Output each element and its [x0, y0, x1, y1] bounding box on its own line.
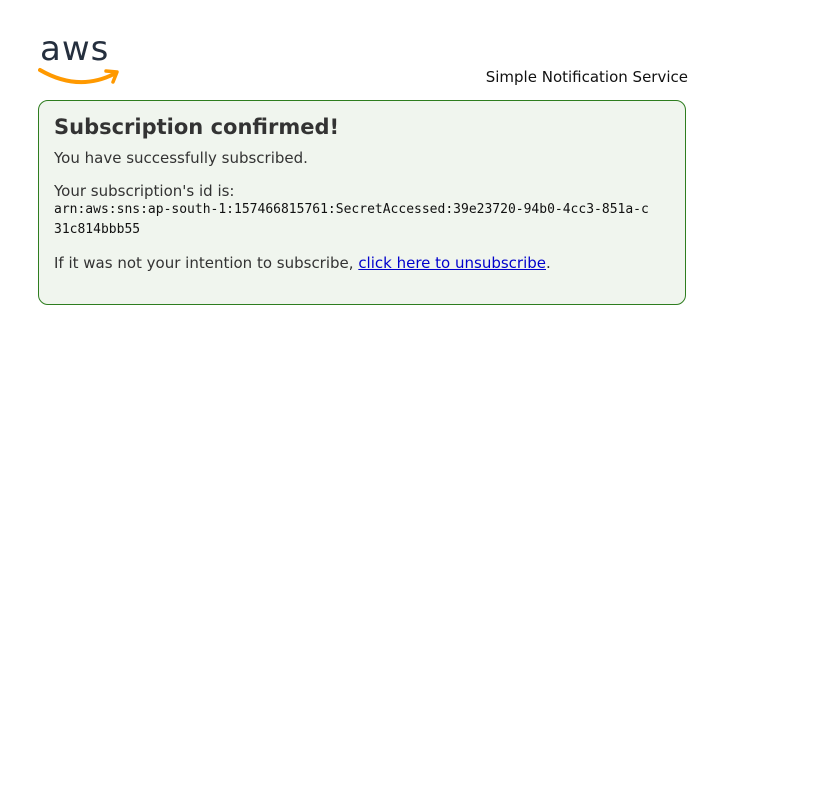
svg-text:aws: aws	[40, 30, 109, 69]
unsubscribe-suffix: .	[546, 254, 551, 272]
subscription-id-label: Your subscription's id is:	[54, 182, 235, 200]
unsubscribe-prefix: If it was not your intention to subscrib…	[54, 254, 359, 272]
unsubscribe-link[interactable]: click here to unsubscribe	[358, 254, 546, 272]
success-message: You have successfully subscribed.	[54, 149, 308, 167]
service-name: Simple Notification Service	[485, 68, 688, 86]
aws-logo-icon: aws	[38, 29, 119, 85]
subscription-arn: arn:aws:sns:ap-south-1:157466815761:Secr…	[54, 202, 649, 237]
aws-logo: aws	[38, 29, 124, 86]
page-header: aws Simple Notification Service	[38, 29, 688, 90]
unsubscribe-text: If it was not your intention to subscrib…	[54, 254, 670, 272]
confirmation-panel: Subscription confirmed! You have success…	[38, 100, 686, 305]
page-title: Subscription confirmed!	[54, 115, 340, 139]
